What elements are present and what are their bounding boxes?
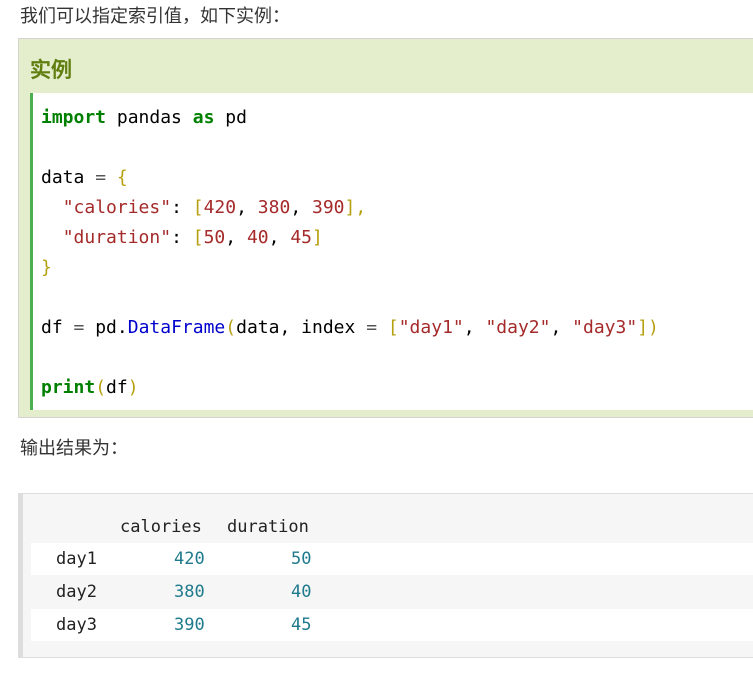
- row-index: day1: [56, 549, 97, 569]
- string-duration: "duration": [62, 227, 172, 248]
- intro-text: 我们可以指定索引值，如下实例：: [20, 6, 290, 27]
- cell-calories: 420: [174, 549, 205, 569]
- paren: (: [225, 317, 237, 338]
- row-index: day2: [56, 582, 97, 602]
- code-line-print: print(df): [41, 373, 139, 403]
- cell-duration: 45: [291, 615, 312, 635]
- number: 390: [312, 197, 345, 218]
- example-box: 实例 import pandas as pd data = { "calorie…: [18, 38, 753, 418]
- bracket: ]: [312, 227, 323, 248]
- column-header-calories: calories: [120, 517, 202, 537]
- brace: }: [41, 257, 52, 278]
- table-row: day2 380 40: [31, 576, 753, 608]
- operator: =: [95, 167, 107, 188]
- code-line-dataframe: df = pd.DataFrame(data, index = ["day1",…: [41, 317, 659, 338]
- paren: (: [95, 377, 107, 398]
- code-line-data-close: }: [41, 253, 52, 283]
- example-title: 实例: [30, 58, 72, 82]
- cell-calories: 380: [174, 582, 205, 602]
- operator: =: [73, 317, 85, 338]
- code-line-duration: "duration": [50, 40, 45]: [62, 227, 323, 248]
- string-calories: "calories": [62, 197, 172, 218]
- number: 50: [203, 227, 226, 248]
- kwarg-index: index: [301, 317, 356, 338]
- bracket: [: [192, 227, 204, 248]
- code-line-calories: "calories": [420, 380, 390],: [62, 197, 367, 218]
- number: 40: [246, 227, 269, 248]
- var-data: data: [41, 167, 85, 188]
- output-box: calories duration day1 420 50 day2 380 4…: [18, 493, 753, 658]
- string-day2: "day2": [485, 317, 551, 338]
- cell-duration: 40: [291, 582, 312, 602]
- bracket: [: [387, 317, 399, 338]
- column-header-duration: duration: [227, 517, 309, 537]
- colon: :: [171, 227, 182, 248]
- number: 420: [203, 197, 237, 218]
- arg-data: data,: [236, 317, 291, 338]
- code-line-import: import pandas as pd: [41, 103, 247, 133]
- string-day1: "day1": [398, 317, 464, 338]
- paren: ): [127, 377, 139, 398]
- cell-duration: 50: [291, 549, 312, 569]
- keyword-as: as: [192, 107, 215, 128]
- brace: {: [116, 167, 128, 188]
- module-alias: pd: [225, 107, 247, 128]
- bracket: ],: [344, 197, 367, 218]
- function-dataframe: DataFrame: [127, 317, 226, 338]
- number: 380: [257, 197, 291, 218]
- cell-calories: 390: [174, 615, 205, 635]
- output-label: 输出结果为：: [20, 438, 128, 459]
- bracket: ]): [637, 317, 659, 338]
- string-day3: "day3": [572, 317, 638, 338]
- output-header-row: calories duration: [31, 511, 753, 543]
- module-ref: pd.: [95, 317, 128, 338]
- table-row: day3 390 45: [31, 609, 753, 641]
- arg-df: df: [106, 377, 128, 398]
- module-name: pandas: [116, 107, 182, 128]
- var-df: df: [41, 317, 63, 338]
- code-panel: import pandas as pd data = { "calories":…: [30, 93, 753, 410]
- keyword-import: import: [41, 107, 107, 128]
- colon: :: [171, 197, 182, 218]
- operator: =: [366, 317, 378, 338]
- number: 45: [290, 227, 313, 248]
- row-index: day3: [56, 615, 97, 635]
- table-row: day1 420 50: [31, 543, 753, 575]
- code-line-data-open: data = {: [41, 163, 128, 193]
- bracket: [: [192, 197, 204, 218]
- function-print: print: [41, 377, 96, 398]
